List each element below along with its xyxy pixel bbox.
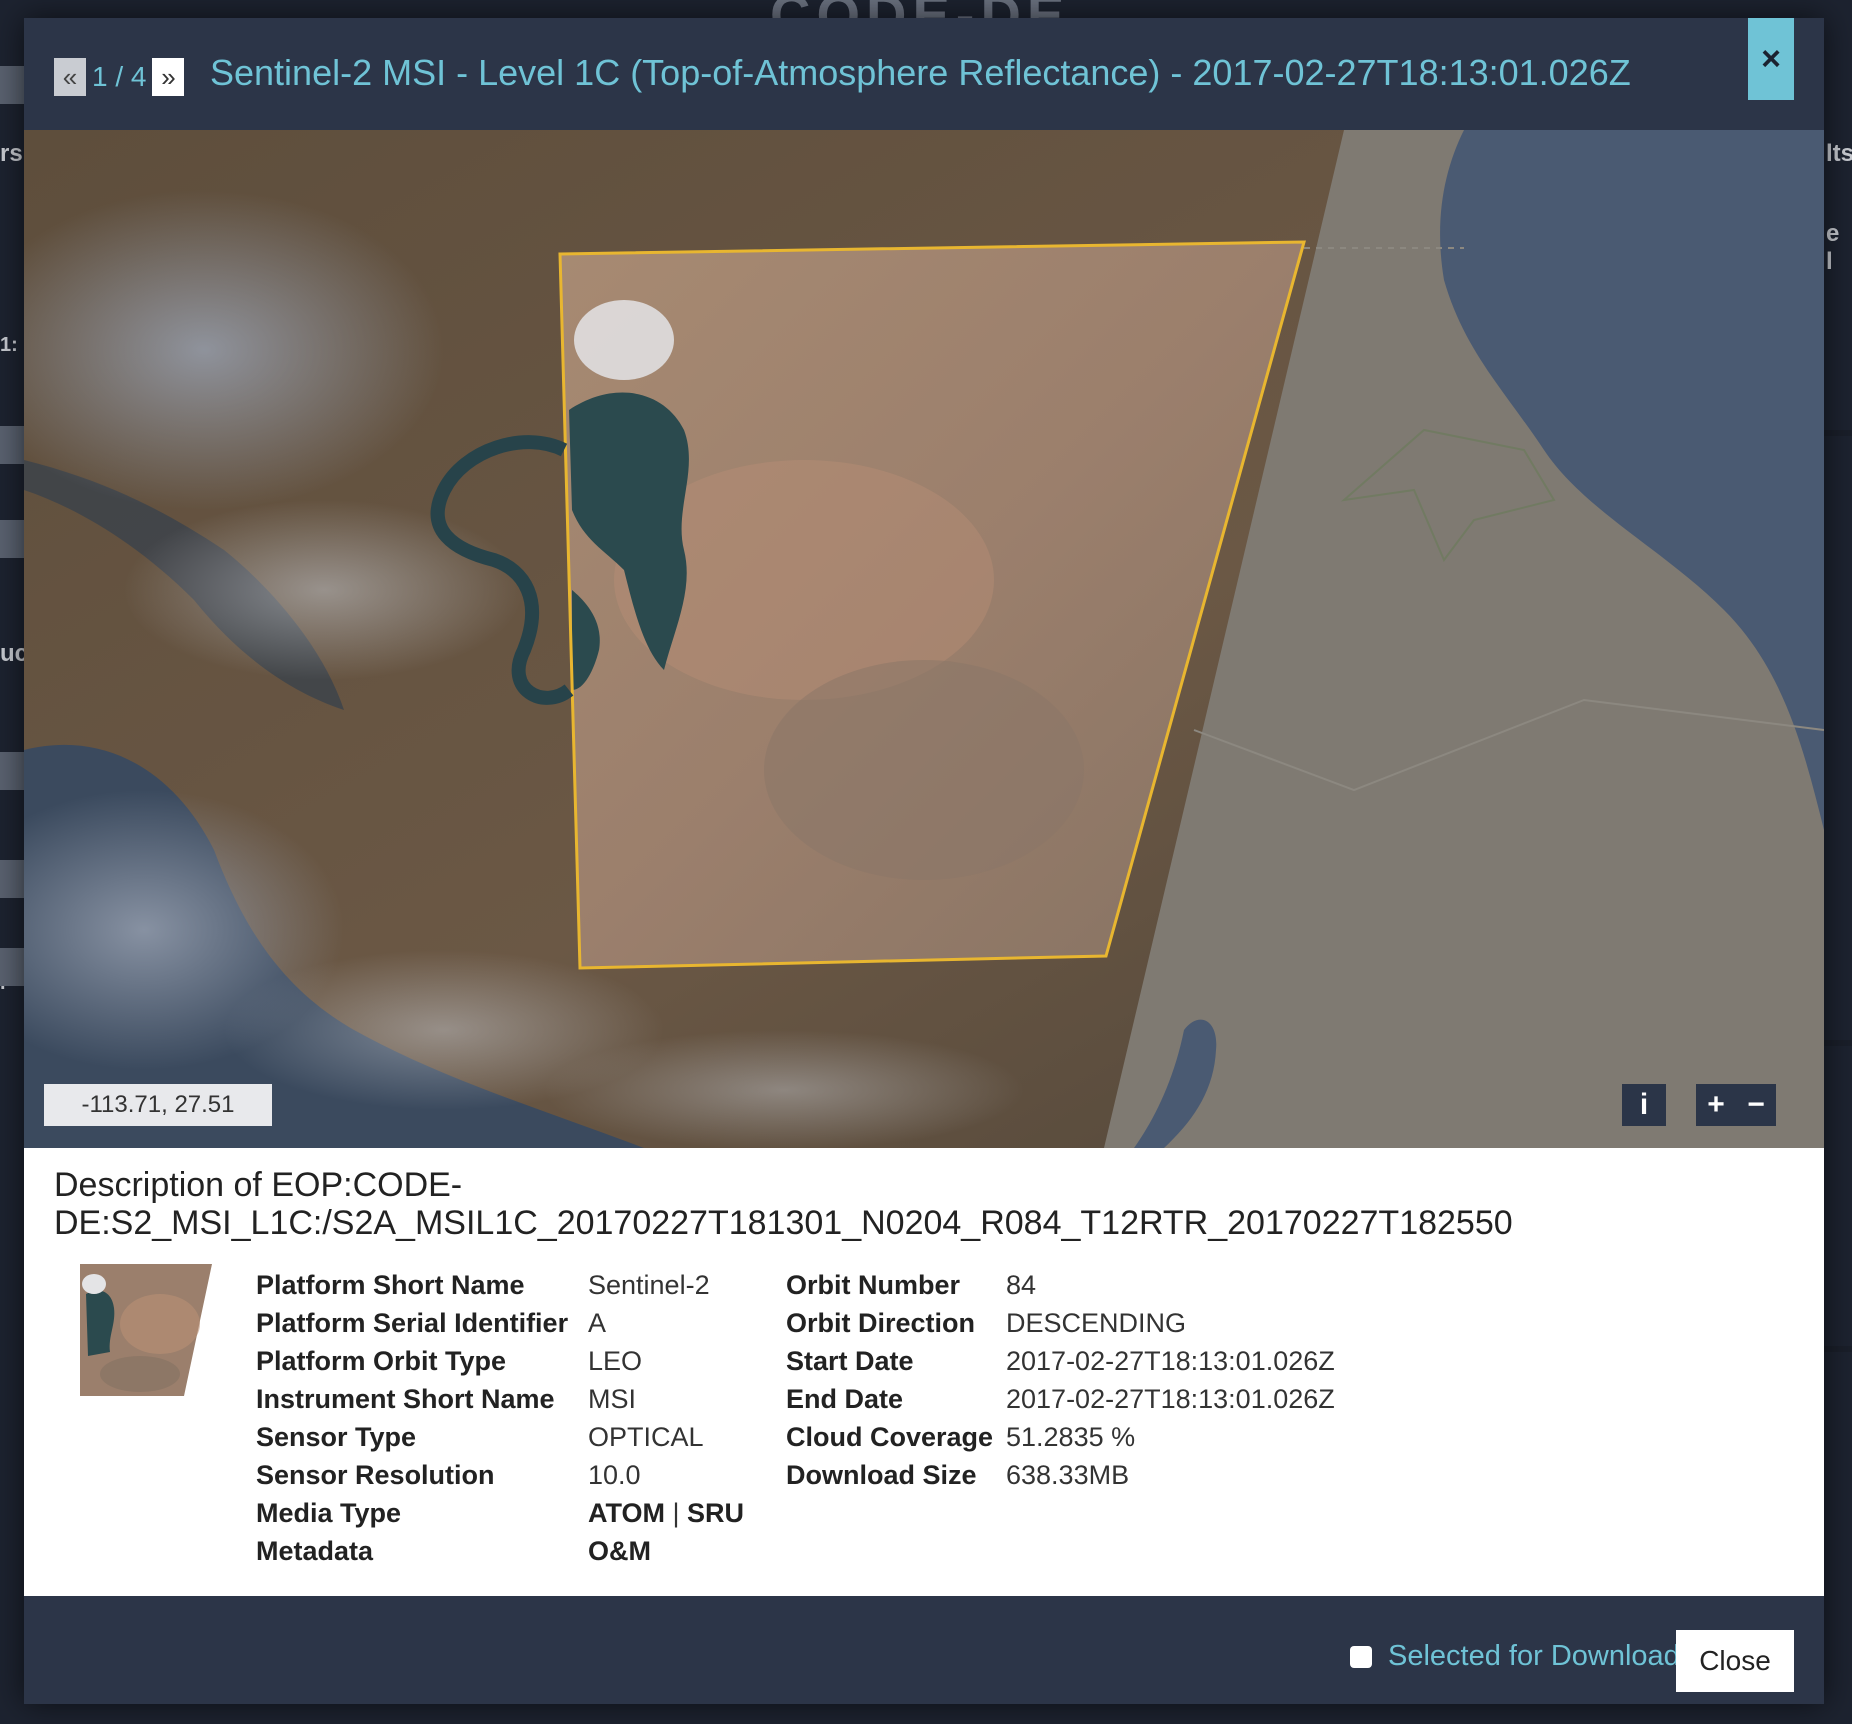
- detail-row: End Date 2017-02-27T18:13:01.026Z: [786, 1380, 1335, 1418]
- zoom-in-button[interactable]: +: [1696, 1084, 1736, 1126]
- next-result-button[interactable]: »: [152, 58, 185, 96]
- link-separator: |: [665, 1498, 688, 1528]
- result-counter: 1 / 4: [92, 61, 147, 92]
- satellite-map[interactable]: [24, 130, 1824, 1148]
- details-column-left: Platform Short Name Sentinel-2 Platform S…: [256, 1266, 744, 1570]
- close-icon[interactable]: ×: [1748, 18, 1794, 100]
- sru-link[interactable]: SRU: [687, 1498, 744, 1528]
- info-icon[interactable]: i: [1622, 1084, 1666, 1126]
- detail-row: Platform Orbit Type LEO: [256, 1342, 744, 1380]
- detail-value: LEO: [588, 1346, 643, 1376]
- om-metadata-link[interactable]: O&M: [588, 1536, 651, 1566]
- background-text: 1:: [0, 334, 18, 356]
- detail-key: Platform Short Name: [256, 1270, 525, 1300]
- detail-key: Metadata: [256, 1536, 374, 1566]
- detail-key: Media Type: [256, 1498, 402, 1528]
- detail-row: Orbit Number 84: [786, 1266, 1335, 1304]
- selected-for-download-toggle[interactable]: Selected for Download: [1350, 1640, 1680, 1673]
- detail-row: Sensor Type OPTICAL: [256, 1418, 744, 1456]
- result-pager: « 1 / 4 »: [54, 58, 185, 96]
- detail-value: 10.0: [588, 1460, 641, 1490]
- modal-title: Sentinel-2 MSI - Level 1C (Top-of-Atmosp…: [210, 52, 1631, 93]
- product-details: Description of EOP:CODE-DE:S2_MSI_L1C:/S…: [24, 1148, 1824, 1596]
- detail-key: Instrument Short Name: [256, 1384, 555, 1414]
- detail-value: OPTICAL: [588, 1422, 704, 1452]
- detail-row: Cloud Coverage 51.2835 %: [786, 1418, 1335, 1456]
- detail-row: Orbit Direction DESCENDING: [786, 1304, 1335, 1342]
- details-column-right: Orbit Number 84 Orbit Direction DESCENDING…: [786, 1266, 1335, 1494]
- detail-value: ATOM | SRU: [588, 1494, 744, 1532]
- zoom-out-button[interactable]: −: [1736, 1084, 1776, 1126]
- detail-key: Start Date: [786, 1346, 914, 1376]
- atom-link[interactable]: ATOM: [588, 1498, 665, 1528]
- detail-value: 2017-02-27T18:13:01.026Z: [1006, 1384, 1335, 1414]
- product-preview-modal: « 1 / 4 » Sentinel-2 MSI - Level 1C (Top…: [24, 18, 1824, 1704]
- detail-key: Sensor Type: [256, 1422, 417, 1452]
- detail-row: Sensor Resolution 10.0: [256, 1456, 744, 1494]
- description-title: Description of EOP:CODE-DE:S2_MSI_L1C:/S…: [54, 1166, 1513, 1242]
- detail-key: End Date: [786, 1384, 904, 1414]
- modal-footer: Selected for Download Close: [24, 1596, 1824, 1704]
- detail-row-media-type: Media Type ATOM | SRU: [256, 1494, 744, 1532]
- detail-value: A: [588, 1308, 607, 1338]
- detail-key: Platform Orbit Type: [256, 1346, 507, 1376]
- cursor-coordinates: -113.71, 27.51: [44, 1084, 272, 1126]
- detail-value: 84: [1006, 1270, 1037, 1300]
- detail-row: Instrument Short Name MSI: [256, 1380, 744, 1418]
- previous-result-button[interactable]: «: [54, 58, 86, 96]
- detail-value: 2017-02-27T18:13:01.026Z: [1006, 1346, 1335, 1376]
- detail-row: Platform Short Name Sentinel-2: [256, 1266, 744, 1304]
- detail-value: DESCENDING: [1006, 1308, 1187, 1338]
- detail-key: Download Size: [786, 1460, 977, 1490]
- product-thumbnail: [80, 1264, 212, 1396]
- detail-row: Download Size 638.33MB: [786, 1456, 1335, 1494]
- selected-for-download-checkbox[interactable]: [1350, 1645, 1372, 1668]
- detail-key: Platform Serial Identifier: [256, 1308, 569, 1338]
- detail-key: Orbit Number: [786, 1270, 961, 1300]
- detail-row: Platform Serial Identifier A: [256, 1304, 744, 1342]
- background-text: rs: [0, 140, 23, 167]
- map-view[interactable]: -113.71, 27.51 i + −: [24, 130, 1824, 1148]
- detail-key: Orbit Direction: [786, 1308, 976, 1338]
- background-text: e l: [1826, 220, 1840, 275]
- detail-key: Cloud Coverage: [786, 1422, 994, 1452]
- modal-header: « 1 / 4 » Sentinel-2 MSI - Level 1C (Top…: [24, 18, 1824, 130]
- detail-row: Start Date 2017-02-27T18:13:01.026Z: [786, 1342, 1335, 1380]
- detail-value: MSI: [588, 1384, 637, 1414]
- background-text: lts: [1826, 140, 1852, 167]
- detail-row-metadata: Metadata O&M: [256, 1532, 744, 1570]
- detail-key: Sensor Resolution: [256, 1460, 495, 1490]
- close-button[interactable]: Close: [1676, 1630, 1794, 1692]
- selected-for-download-label[interactable]: Selected for Download: [1388, 1640, 1680, 1673]
- detail-value: Sentinel-2: [588, 1270, 710, 1300]
- detail-value: O&M: [588, 1532, 651, 1570]
- detail-value: 51.2835 %: [1006, 1422, 1136, 1452]
- detail-value: 638.33MB: [1006, 1460, 1130, 1490]
